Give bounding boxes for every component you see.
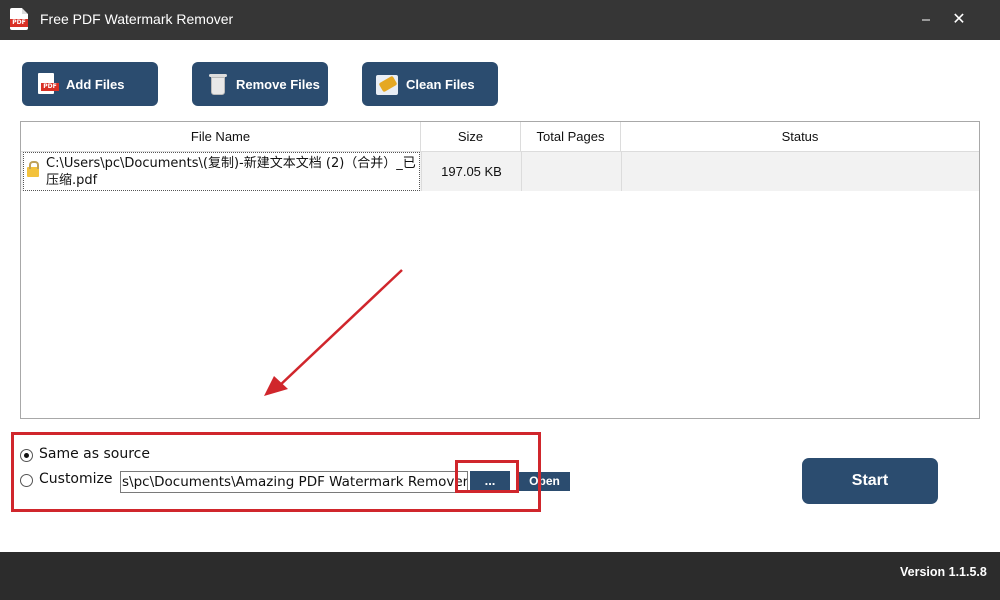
total-pages-cell xyxy=(521,152,621,191)
start-button[interactable]: Start xyxy=(802,458,938,504)
main-panel: PDF Add Files Remove Files Clean Files F… xyxy=(0,40,1000,552)
table-header: File Name Size Total Pages Status xyxy=(21,122,979,152)
file-table: File Name Size Total Pages Status C:\Use… xyxy=(20,121,980,419)
clean-files-button[interactable]: Clean Files xyxy=(362,62,498,106)
column-header-size[interactable]: Size xyxy=(421,122,521,152)
version-label: Version 1.1.5.8 xyxy=(900,565,987,579)
minimize-button[interactable]: ⎯ xyxy=(915,8,937,30)
column-header-total-pages[interactable]: Total Pages xyxy=(521,122,621,152)
remove-files-label: Remove Files xyxy=(236,76,320,92)
column-header-file-name[interactable]: File Name xyxy=(21,122,421,152)
add-pdf-icon: PDF xyxy=(34,71,60,97)
table-row[interactable]: C:\Users\pc\Documents\(复制)-新建文本文档 (2)（合并… xyxy=(21,152,979,191)
close-button[interactable]: ✕ xyxy=(948,8,970,30)
title-bar: PDF Free PDF Watermark Remover ⎯ ✕ xyxy=(0,0,1000,40)
pdf-icon: PDF xyxy=(10,8,28,30)
file-name-text: C:\Users\pc\Documents\(复制)-新建文本文档 (2)（合并… xyxy=(46,156,416,188)
footer-bar: Version 1.1.5.8 xyxy=(0,552,1000,600)
clean-files-label: Clean Files xyxy=(406,76,475,92)
remove-files-button[interactable]: Remove Files xyxy=(192,62,328,106)
window-title: Free PDF Watermark Remover xyxy=(40,11,234,27)
trash-icon xyxy=(204,71,230,97)
lock-icon xyxy=(27,161,39,177)
add-files-label: Add Files xyxy=(66,76,125,92)
column-header-status[interactable]: Status xyxy=(621,122,979,152)
brush-icon xyxy=(374,71,400,97)
status-cell xyxy=(621,152,979,191)
annotation-highlight-browse xyxy=(455,460,519,493)
add-files-button[interactable]: PDF Add Files xyxy=(22,62,158,106)
file-size-cell: 197.05 KB xyxy=(421,152,521,191)
file-name-cell[interactable]: C:\Users\pc\Documents\(复制)-新建文本文档 (2)（合并… xyxy=(23,152,420,191)
